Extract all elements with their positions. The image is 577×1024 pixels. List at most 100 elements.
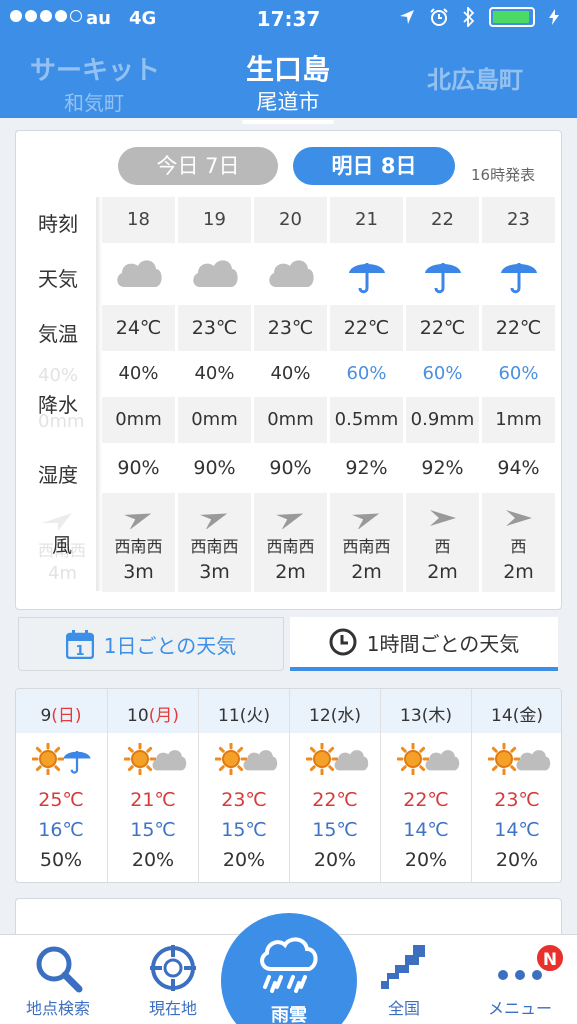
weekly-precip: 50%	[39, 849, 83, 871]
nav-current-location[interactable]: 現在地	[123, 935, 223, 1024]
ghost-prob: 40%	[38, 365, 79, 386]
location-name: 生口島	[245, 53, 330, 86]
hourly-column: 19 23℃ 40% 0mm 90% 西南西 3m	[178, 197, 251, 592]
hour-wind: 西南西 2m	[330, 493, 403, 592]
sun-cloud-icon	[108, 739, 198, 783]
umbrella-icon	[406, 243, 479, 305]
hour-temp: 22℃	[330, 305, 403, 351]
sun-cloud-icon	[381, 739, 471, 783]
weekly-precip: 20%	[222, 849, 266, 871]
hourly-column: 22 22℃ 60% 0.9mm 92% 西 2m	[406, 197, 479, 592]
hour-time: 21	[330, 197, 403, 243]
hour-wind-speed: 2m	[427, 561, 458, 583]
weekly-day[interactable]: 12(水) 22℃ 15℃ 20%	[289, 689, 380, 882]
hour-wind-dir: 西	[434, 537, 451, 556]
tab-daily-label: 1日ごとの天気	[103, 633, 237, 658]
hourly-column: 18 24℃ 40% 0mm 90% 西南西 3m	[102, 197, 175, 592]
weekly-precip: 20%	[404, 849, 448, 871]
hour-humidity: 92%	[421, 457, 464, 479]
hour-time: 22	[406, 197, 479, 243]
umbrella-icon	[482, 243, 555, 305]
weekly-high: 23℃	[494, 789, 540, 811]
hour-precip-amount: 0mm	[178, 397, 251, 443]
hour-wind-speed: 2m	[503, 561, 534, 583]
hour-wind-dir: 西	[510, 537, 527, 556]
weekly-low: 14℃	[403, 819, 449, 841]
hour-wind-speed: 2m	[351, 561, 382, 583]
weekly-day[interactable]: 9(日) 25℃ 16℃ 50%	[16, 689, 106, 882]
hour-precip-prob: 60%	[422, 363, 463, 384]
bluetooth-icon	[463, 7, 475, 27]
weekly-high: 25℃	[38, 789, 84, 811]
hour-temp: 23℃	[178, 305, 251, 351]
weekly-low: 14℃	[494, 819, 540, 841]
nav-national-label: 全国	[387, 999, 420, 1018]
hour-wind: 西南西 3m	[178, 493, 251, 592]
location-sub: 尾道市	[256, 90, 320, 114]
location-underline	[242, 120, 334, 124]
hour-humidity: 90%	[117, 457, 160, 479]
alarm-icon	[430, 8, 448, 26]
nav-rain-label: 雨雲	[271, 1005, 307, 1024]
cloud-icon	[178, 243, 251, 305]
ghost-amount: 0mm	[38, 411, 85, 432]
charging-bolt-icon	[549, 9, 559, 25]
weekly-day[interactable]: 14(金) 23℃ 14℃ 20%	[471, 689, 561, 882]
hour-wind: 西南西 3m	[102, 493, 175, 592]
hour-wind: 西 2m	[482, 493, 555, 592]
issued-time: 16時発表	[471, 166, 536, 184]
prev-location[interactable]: サーキット 和気町	[0, 50, 160, 116]
weekly-date: 14(金)	[491, 706, 543, 726]
hourly-column: 21 22℃ 60% 0.5mm 92% 西南西 2m	[330, 197, 403, 592]
tomorrow-button[interactable]: 明日 8日	[293, 147, 455, 185]
hour-precip-amount: 0.5mm	[330, 397, 403, 443]
nav-current-label: 現在地	[148, 999, 197, 1018]
weekly-precip: 20%	[131, 849, 175, 871]
ghost-wind-speed: 4m	[48, 563, 77, 584]
hour-temp: 22℃	[482, 305, 555, 351]
hour-wind-dir: 西南西	[114, 537, 163, 556]
cloud-icon	[254, 243, 327, 305]
hour-humidity: 90%	[193, 457, 236, 479]
hour-humidity: 94%	[497, 457, 540, 479]
calendar-day-text: 1	[75, 644, 84, 659]
nav-national[interactable]: 全国	[354, 935, 454, 1024]
weekly-precip: 20%	[495, 849, 539, 871]
hour-precip-prob: 40%	[118, 363, 159, 384]
label-weather: 天気	[38, 267, 78, 291]
calendar-icon: 1	[65, 630, 94, 659]
weekly-low: 15℃	[312, 819, 358, 841]
wind-arrow-icon	[429, 510, 456, 526]
weekly-high: 21℃	[130, 789, 176, 811]
sun-umbrella-icon	[16, 739, 106, 783]
today-button[interactable]: 今日 7日	[118, 147, 278, 185]
weekly-day[interactable]: 10(月) 21℃ 15℃ 20%	[107, 689, 198, 882]
nav-search[interactable]: 地点検索	[8, 935, 108, 1024]
tab-daily[interactable]: 1 1日ごとの天気	[18, 617, 284, 671]
sun-cloud-icon	[290, 739, 380, 783]
current-location[interactable]: 生口島 尾道市	[188, 48, 388, 124]
hour-wind-dir: 西南西	[190, 537, 239, 556]
crosshair-icon	[150, 945, 196, 991]
wind-arrow-icon	[275, 513, 303, 530]
weekly-high: 22℃	[312, 789, 358, 811]
hour-precip-amount: 1mm	[482, 397, 555, 443]
hour-time: 19	[178, 197, 251, 243]
label-temp: 気温	[38, 322, 78, 346]
hour-precip-amount: 0mm	[254, 397, 327, 443]
search-icon	[36, 946, 83, 993]
weekly-forecast-card[interactable]: 9(日) 25℃ 16℃ 50% 10(月) 21℃ 15℃ 20% 11(火) 23℃ 15℃ 20…	[15, 688, 562, 883]
weekly-date: 12(水)	[309, 706, 361, 726]
weekly-precip: 20%	[313, 849, 357, 871]
wind-arrow-icon	[505, 510, 532, 526]
hour-precip-amount: 0mm	[102, 397, 175, 443]
next-location[interactable]: 北広島町	[400, 60, 550, 95]
hour-time: 23	[482, 197, 555, 243]
wind-arrow-icon	[351, 513, 379, 530]
nav-menu-label: メニュー	[487, 999, 552, 1018]
weekly-day[interactable]: 13(木) 22℃ 14℃ 20%	[380, 689, 471, 882]
hour-precip-prob: 40%	[270, 363, 311, 384]
tab-hourly[interactable]: 1時間ごとの天気	[290, 617, 558, 671]
hour-wind: 西 2m	[406, 493, 479, 592]
weekly-day[interactable]: 11(火) 23℃ 15℃ 20%	[198, 689, 288, 882]
